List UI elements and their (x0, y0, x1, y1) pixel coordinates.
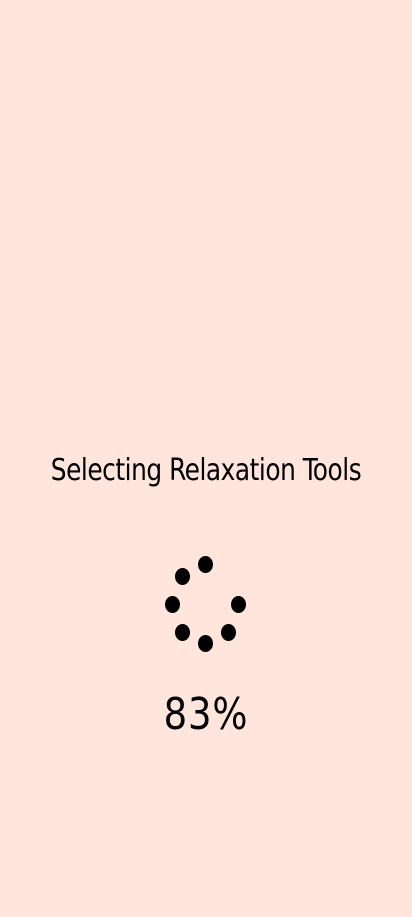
loading-screen: { "loading": { "title": "Selecting Relax… (0, 0, 412, 917)
loading-dots-spinner-icon (155, 548, 255, 658)
spinner-dot (175, 568, 190, 585)
progress-percentage: 83% (163, 689, 249, 740)
spinner-dot (198, 556, 213, 573)
spinner-dot (165, 596, 180, 613)
loading-title: Selecting Relaxation Tools (50, 453, 362, 488)
spinner-dot (198, 635, 213, 652)
spinner-dot (231, 596, 246, 613)
spinner-dot (175, 624, 190, 641)
spinner-dot (221, 624, 236, 641)
